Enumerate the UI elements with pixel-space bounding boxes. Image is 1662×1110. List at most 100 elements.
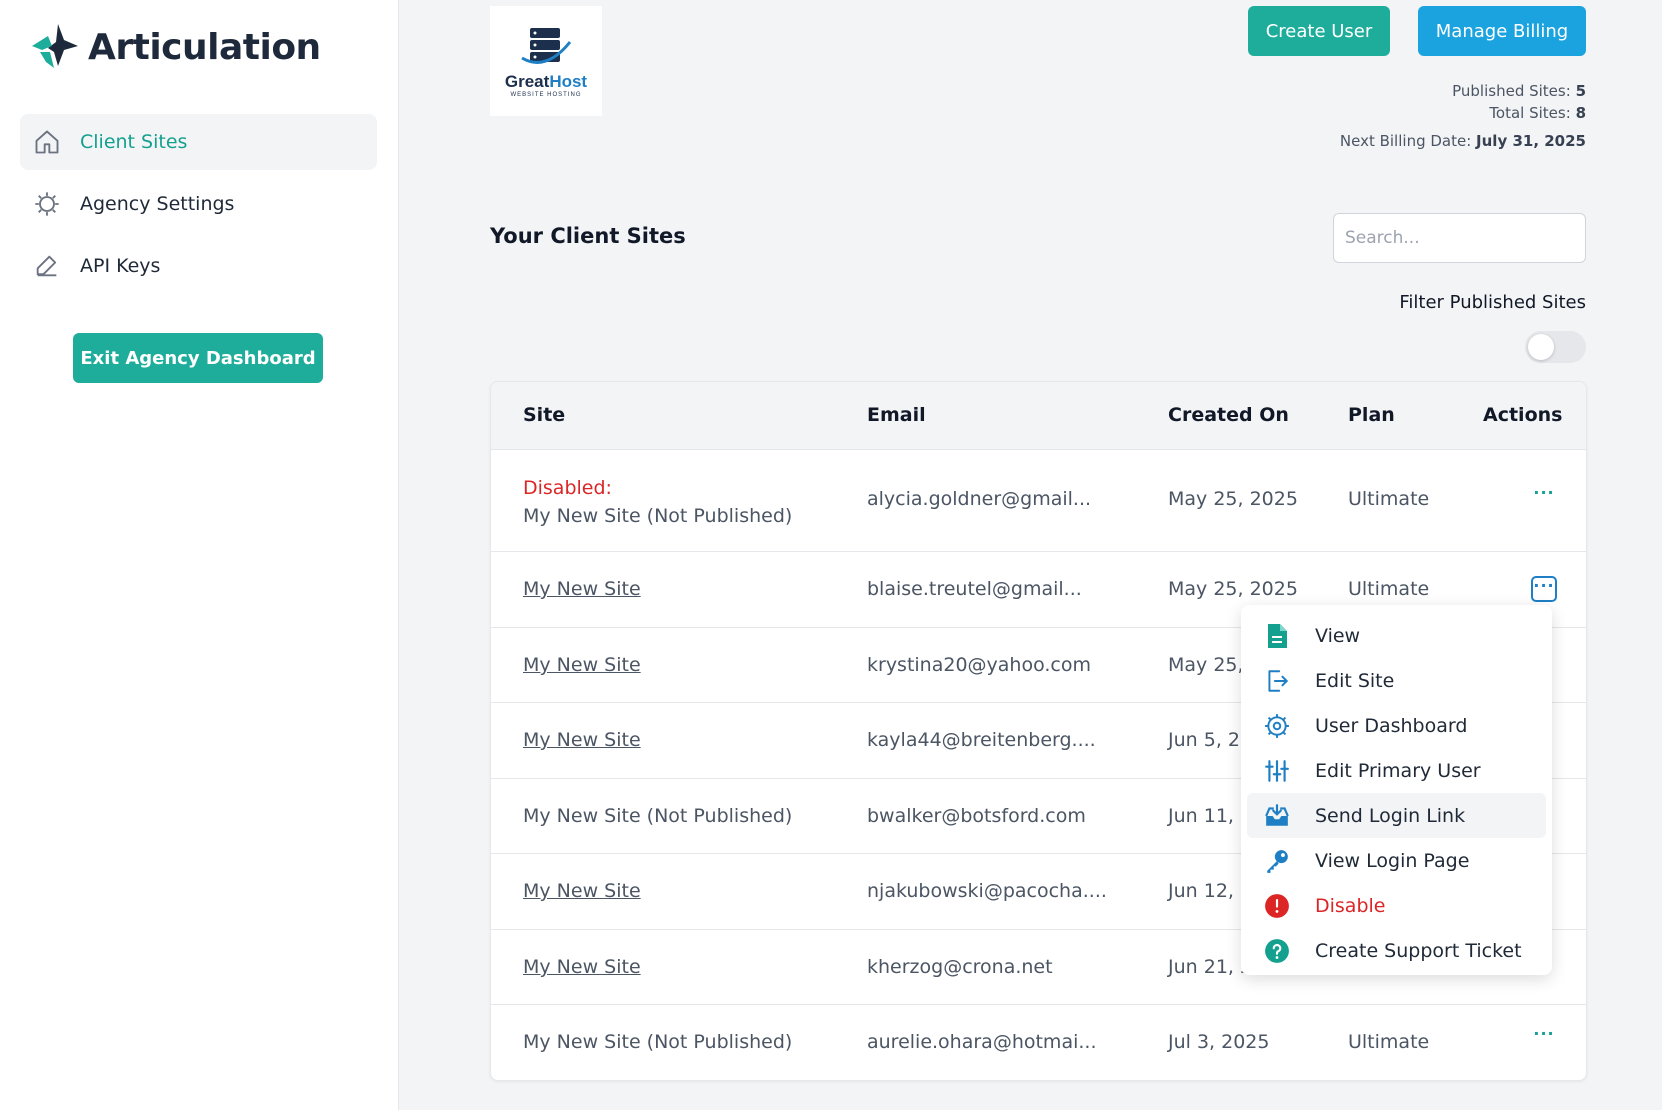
settings-icon: [1263, 712, 1291, 740]
sliders-icon: [1263, 757, 1291, 785]
total-sites-stat: Total Sites: 8: [1340, 102, 1586, 124]
menu-item-disable[interactable]: Disable: [1247, 883, 1546, 928]
plan-cell: Ultimate: [1348, 1031, 1430, 1053]
site-name: My New Site (Not Published): [523, 805, 793, 827]
site-cell: Disabled: My New Site (Not Published): [523, 474, 792, 530]
sidebar-item-api-keys[interactable]: API Keys: [20, 238, 377, 294]
sidebar-item-agency-settings[interactable]: Agency Settings: [20, 176, 377, 232]
table-row: Disabled: My New Site (Not Published) al…: [491, 450, 1586, 552]
menu-item-label: Send Login Link: [1315, 804, 1466, 827]
create-user-button[interactable]: Create User: [1248, 6, 1390, 56]
agency-logo-subtitle: WEBSITE HOSTING: [510, 92, 582, 98]
row-actions-button[interactable]: ···: [1531, 1026, 1557, 1053]
plan-cell: Ultimate: [1348, 578, 1430, 600]
menu-item-view[interactable]: View: [1247, 613, 1546, 658]
home-icon: [32, 127, 62, 157]
menu-item-label: Edit Site: [1315, 669, 1395, 692]
brand[interactable]: Articulation: [28, 22, 321, 72]
created-cell: Jul 3, 2025: [1168, 1031, 1270, 1053]
menu-item-label: Disable: [1315, 894, 1386, 917]
logo-title-part1: Great: [504, 72, 550, 91]
site-link[interactable]: My New Site: [523, 578, 641, 600]
stat-label: Published Sites:: [1452, 82, 1571, 100]
site-link[interactable]: My New Site: [523, 729, 641, 751]
column-header-email[interactable]: Email: [867, 404, 926, 426]
logo-title-part2: Host: [549, 72, 588, 91]
column-header-actions: Actions: [1483, 404, 1563, 426]
menu-item-view-login-page[interactable]: View Login Page: [1247, 838, 1546, 883]
menu-item-create-support-ticket[interactable]: Create Support Ticket: [1247, 928, 1546, 973]
stat-label: Next Billing Date:: [1339, 132, 1472, 150]
row-actions-button[interactable]: ···: [1531, 485, 1557, 512]
stat-value: 5: [1575, 82, 1586, 100]
sidebar-item-client-sites[interactable]: Client Sites: [20, 114, 377, 170]
filter-published-toggle[interactable]: [1525, 331, 1586, 363]
server-icon: [521, 28, 572, 64]
sidebar-item-label: Agency Settings: [80, 193, 235, 215]
exit-agency-dashboard-button[interactable]: Exit Agency Dashboard: [73, 333, 323, 383]
column-header-created[interactable]: Created On: [1168, 404, 1289, 426]
email-cell: alycia.goldner@gmail...: [867, 488, 1092, 510]
created-cell: May 25,: [1168, 654, 1244, 676]
menu-item-edit-primary-user[interactable]: Edit Primary User: [1247, 748, 1546, 793]
manage-billing-button[interactable]: Manage Billing: [1418, 6, 1586, 56]
site-link[interactable]: My New Site: [523, 956, 641, 978]
created-cell: Jun 11, 2: [1168, 805, 1253, 827]
email-cell: aurelie.ohara@hotmai...: [867, 1031, 1097, 1053]
articulation-logo-icon: [32, 24, 78, 68]
sidebar-item-label: API Keys: [80, 255, 161, 277]
edit-icon: [32, 251, 62, 281]
created-cell: May 25, 2025: [1168, 578, 1298, 600]
email-cell: kherzog@crona.net: [867, 956, 1053, 978]
menu-item-label: Edit Primary User: [1315, 759, 1481, 782]
agency-logo-title: GreatHost: [505, 72, 587, 92]
disabled-label: Disabled:: [523, 477, 612, 499]
alert-icon: [1263, 892, 1291, 920]
email-cell: krystina20@yahoo.com: [867, 654, 1092, 676]
email-cell: kayla44@breitenberg....: [867, 729, 1096, 751]
page-title: Your Client Sites: [490, 224, 686, 248]
created-cell: Jun 12, 2: [1168, 880, 1253, 902]
menu-item-label: Create Support Ticket: [1315, 939, 1522, 962]
table-header: Site Email Created On Plan Actions: [491, 382, 1586, 450]
created-cell: May 25, 2025: [1168, 488, 1298, 510]
stat-label: Total Sites:: [1489, 104, 1571, 122]
site-link[interactable]: My New Site: [523, 654, 641, 676]
sidebar-nav: Client Sites Agency Settings API Keys: [20, 114, 377, 300]
menu-item-label: View Login Page: [1315, 849, 1470, 872]
site-name: My New Site (Not Published): [523, 505, 793, 527]
email-cell: bwalker@botsford.com: [867, 805, 1086, 827]
search-input[interactable]: [1333, 213, 1586, 263]
stat-value: 8: [1575, 104, 1586, 122]
sidebar-item-label: Client Sites: [80, 131, 188, 153]
site-link[interactable]: My New Site: [523, 880, 641, 902]
edit-site-icon: [1263, 667, 1291, 695]
menu-item-label: User Dashboard: [1315, 714, 1468, 737]
column-header-site[interactable]: Site: [523, 404, 565, 426]
table-row: My New Site (Not Published) aurelie.ohar…: [491, 1005, 1586, 1080]
menu-item-user-dashboard[interactable]: User Dashboard: [1247, 703, 1546, 748]
menu-item-label: View: [1315, 624, 1361, 647]
created-cell: Jun 21, 2: [1168, 956, 1253, 978]
agency-logo: GreatHost WEBSITE HOSTING: [490, 6, 602, 116]
created-cell: Jun 5, 20: [1168, 729, 1253, 751]
filter-published-label: Filter Published Sites: [1399, 292, 1586, 313]
menu-item-send-login-link[interactable]: Send Login Link: [1247, 793, 1546, 838]
document-icon: [1263, 622, 1291, 650]
published-sites-stat: Published Sites: 5: [1340, 80, 1586, 102]
menu-item-edit-site[interactable]: Edit Site: [1247, 658, 1546, 703]
inbox-download-icon: [1263, 802, 1291, 830]
row-actions-button[interactable]: ···: [1531, 576, 1557, 602]
gear-icon: [32, 189, 62, 219]
key-icon: [1263, 847, 1291, 875]
stat-value: July 31, 2025: [1476, 132, 1586, 150]
email-cell: blaise.treutel@gmail...: [867, 578, 1082, 600]
brand-name: Articulation: [88, 26, 321, 68]
help-icon: [1263, 937, 1291, 965]
email-cell: njakubowski@pacocha....: [867, 880, 1107, 902]
column-header-plan[interactable]: Plan: [1348, 404, 1395, 426]
row-actions-menu: View Edit Site User Dashboard Edit Prima…: [1241, 605, 1552, 975]
toggle-knob: [1528, 334, 1554, 360]
site-stats: Published Sites: 5 Total Sites: 8 Next B…: [1340, 80, 1586, 152]
next-billing-date: Next Billing Date: July 31, 2025: [1340, 130, 1586, 152]
